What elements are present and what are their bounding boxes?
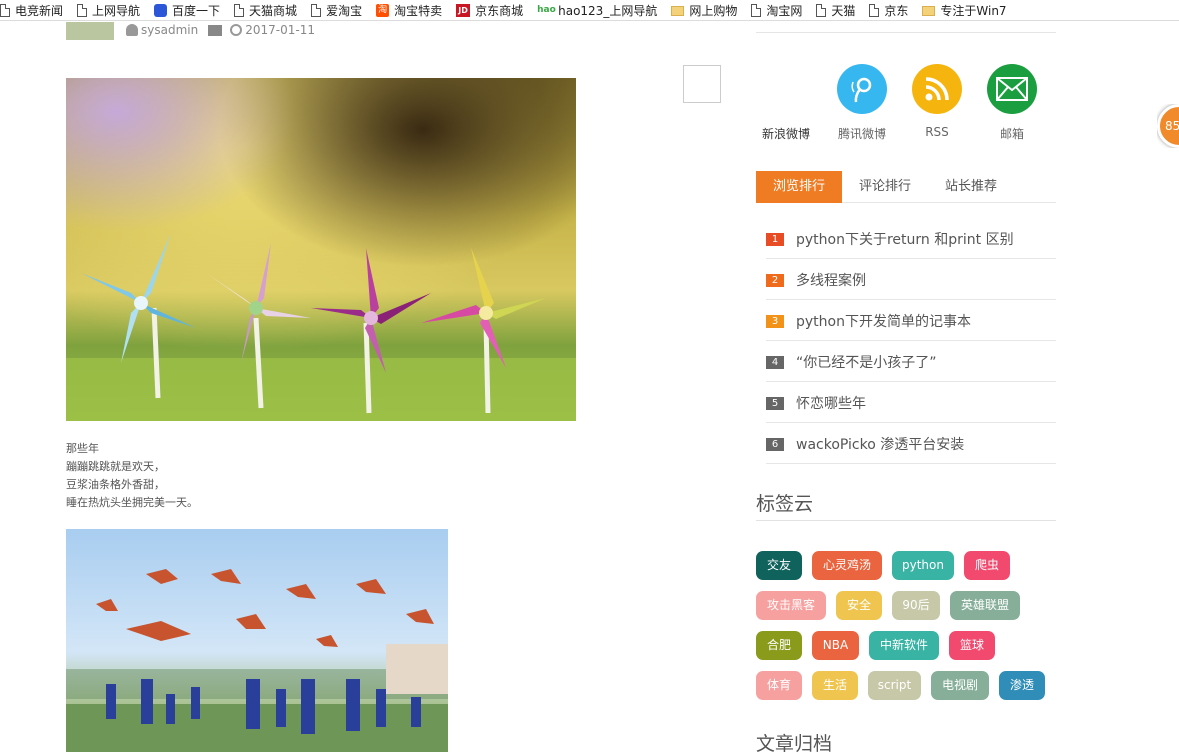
tag-cloud-divider <box>756 520 1056 521</box>
list-item[interactable]: 3 python下开发简单的记事本 <box>766 300 1056 341</box>
list-item[interactable]: 1 python下关于return 和print 区别 <box>766 218 1056 259</box>
mail-icon <box>987 64 1037 114</box>
page-icon <box>816 3 827 17</box>
jd-icon: JD <box>456 3 471 17</box>
social-tencent-weibo[interactable]: 腾讯微博 <box>832 64 892 142</box>
rank-title[interactable]: “你已经不是小孩子了” <box>796 352 937 372</box>
bookmark-taobao[interactable]: 淘宝网 <box>751 0 802 20</box>
bookmark-jd-mall[interactable]: JD 京东商城 <box>456 0 523 20</box>
rank-badge: 3 <box>766 314 784 328</box>
tab-recommended[interactable]: 站长推荐 <box>928 171 1014 203</box>
sidebar-divider <box>756 32 1056 33</box>
bookmark-ai-taobao[interactable]: 爱淘宝 <box>311 0 362 20</box>
tab-most-commented[interactable]: 评论排行 <box>842 171 928 203</box>
tag-item[interactable]: 攻击黑客 <box>756 591 826 620</box>
poem-line: 那些年 <box>66 442 99 455</box>
page-icon <box>234 3 245 17</box>
rank-title[interactable]: python下开发简单的记事本 <box>796 311 971 331</box>
post-meta: sysadmin 2017-01-11 <box>126 22 315 38</box>
rank-title[interactable]: 怀恋哪些年 <box>796 393 866 413</box>
rss-icon <box>912 64 962 114</box>
bookmark-esports-news[interactable]: 电竞新闻 <box>0 0 63 20</box>
folder-icon <box>208 24 223 36</box>
rank-title[interactable]: 多线程案例 <box>796 270 866 290</box>
poem-line: 蹦蹦跳跳就是欢天， <box>66 460 165 473</box>
post-author[interactable]: sysadmin <box>141 23 198 37</box>
tag-item[interactable]: 合肥 <box>756 631 802 660</box>
rank-badge: 5 <box>766 396 784 410</box>
rank-badge: 6 <box>766 437 784 451</box>
folder-icon <box>671 6 685 16</box>
tag-cloud-title: 标签云 <box>756 493 814 515</box>
tag-item[interactable]: 90后 <box>892 591 940 620</box>
bookmark-baidu[interactable]: 百度一下 <box>154 0 220 20</box>
tag-item[interactable]: NBA <box>812 631 859 660</box>
tag-item[interactable]: 爬虫 <box>964 551 1010 580</box>
taobao-icon: 淘 <box>376 3 390 17</box>
tencent-weibo-icon <box>837 64 887 114</box>
page-icon <box>77 3 88 17</box>
tag-item[interactable]: 电视剧 <box>931 671 989 700</box>
floating-badge[interactable]: 85 <box>1157 104 1179 148</box>
rank-badge: 2 <box>766 273 784 287</box>
tag-item[interactable]: 体育 <box>756 671 802 700</box>
tag-item[interactable]: 渗透 <box>999 671 1045 700</box>
social-links: 新浪微博 腾讯微博 RSS 邮箱 <box>756 64 1056 144</box>
rank-badge: 4 <box>766 355 784 369</box>
bookmark-tmall[interactable]: 天猫 <box>816 0 855 20</box>
poem-line: 睡在热炕头坐拥完美一天。 <box>66 496 198 509</box>
bookmark-online-shopping[interactable]: 网上购物 <box>671 0 737 20</box>
rank-title[interactable]: wackoPicko 渗透平台安装 <box>796 434 964 454</box>
bookmark-web-nav[interactable]: 上网导航 <box>77 0 140 20</box>
post-poem: 那些年 蹦蹦跳跳就是欢天， 豆浆油条格外香甜， 睡在热炕头坐拥完美一天。 <box>66 440 198 512</box>
tag-item[interactable]: script <box>868 671 921 700</box>
kites-photo <box>66 529 448 752</box>
list-item[interactable]: 2 多线程案例 <box>766 259 1056 300</box>
ranking-tabs: 浏览排行 评论排行 站长推荐 <box>756 171 1056 203</box>
post-thumbnail[interactable] <box>66 22 114 40</box>
rank-title[interactable]: python下关于return 和print 区别 <box>796 229 1014 249</box>
tag-item[interactable]: 安全 <box>836 591 882 620</box>
tag-item[interactable]: 篮球 <box>949 631 995 660</box>
bookmarks-bar: 电竞新闻 上网导航 百度一下 天猫商城 爱淘宝 淘淘宝特卖 JD 京东商城 hao… <box>0 0 1179 21</box>
rank-badge: 1 <box>766 232 784 246</box>
social-sina-weibo[interactable]: 新浪微博 <box>756 64 816 142</box>
pinwheels-photo <box>66 78 576 421</box>
floating-badge-text: 85 <box>1157 104 1179 148</box>
list-item[interactable]: 5 怀恋哪些年 <box>766 382 1056 423</box>
baidu-paw-icon <box>154 3 168 17</box>
tag-item[interactable]: 交友 <box>756 551 802 580</box>
poem-line: 豆浆油条格外香甜， <box>66 478 165 491</box>
bookmark-jd[interactable]: 京东 <box>869 0 908 20</box>
ranking-list: 1 python下关于return 和print 区别 2 多线程案例 3 pytho… <box>766 218 1056 464</box>
bookmark-tmall-mall[interactable]: 天猫商城 <box>234 0 297 20</box>
user-icon <box>126 24 138 36</box>
list-item[interactable]: 6 wackoPicko 渗透平台安装 <box>766 423 1056 464</box>
tag-item[interactable]: python <box>892 551 954 580</box>
post-date: 2017-01-11 <box>245 23 315 37</box>
page-icon <box>869 3 880 17</box>
page-icon <box>751 3 762 17</box>
social-rss[interactable]: RSS <box>907 64 967 139</box>
bookmark-hao123[interactable]: hao hao123_上网导航 <box>537 0 657 20</box>
tab-most-viewed[interactable]: 浏览排行 <box>756 171 842 203</box>
share-box[interactable] <box>683 65 721 103</box>
list-item[interactable]: 4 “你已经不是小孩子了” <box>766 341 1056 382</box>
tag-item[interactable]: 中新软件 <box>869 631 939 660</box>
folder-icon <box>922 6 936 16</box>
weibo-icon <box>761 64 811 114</box>
tag-item[interactable]: 英雄联盟 <box>950 591 1020 620</box>
bookmark-win7[interactable]: 专注于Win7 <box>922 0 1007 20</box>
clock-icon <box>230 24 243 36</box>
page-icon <box>0 3 10 17</box>
social-email[interactable]: 邮箱 <box>982 64 1042 142</box>
page-icon <box>311 3 322 17</box>
tag-item[interactable]: 生活 <box>812 671 858 700</box>
tag-item[interactable]: 心灵鸡汤 <box>812 551 882 580</box>
hao123-icon: hao <box>537 4 556 15</box>
bookmark-taobao-sale[interactable]: 淘淘宝特卖 <box>376 0 442 20</box>
